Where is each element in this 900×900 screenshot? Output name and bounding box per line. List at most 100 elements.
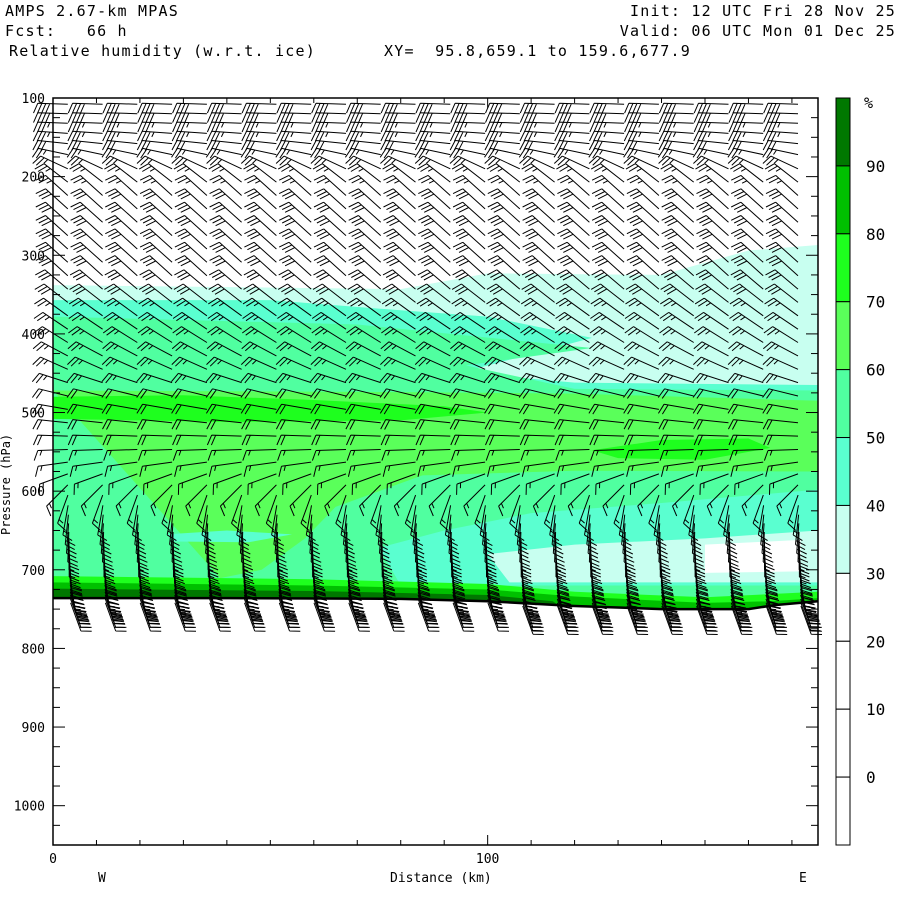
wind-barb: [102, 112, 138, 124]
wind-barb: [657, 147, 694, 159]
wind-barb: [693, 102, 729, 114]
colorbar-label: 80: [866, 225, 885, 244]
cross-section-chart: 10020030040050060070080090010000 100 9080…: [0, 92, 885, 886]
wind-barb: [588, 147, 625, 159]
wind-barb: [658, 112, 694, 124]
y-tick-label: 200: [22, 171, 45, 186]
wind-barb: [205, 147, 242, 159]
wind-barb: [137, 112, 173, 124]
wind-barb: [449, 147, 486, 159]
colorbar-bin-30: [835, 504, 851, 574]
wind-barb: [589, 112, 625, 124]
colorbar-bin-10: [835, 640, 851, 710]
colorbar-label: 20: [866, 632, 885, 651]
wind-barb: [519, 130, 555, 142]
wind-barb: [415, 112, 451, 124]
wind-barb: [276, 130, 312, 142]
wind-barb: [102, 102, 138, 114]
colorbar-label: 40: [866, 496, 885, 515]
wind-barb: [519, 112, 555, 124]
wind-barb: [171, 130, 207, 142]
wind-barb: [346, 102, 381, 114]
wind-barb: [415, 130, 451, 142]
wind-barb: [554, 102, 590, 114]
wind-barb: [450, 121, 486, 133]
y-axis-label: Pressure (hPa): [0, 434, 13, 535]
wind-barb: [137, 102, 173, 114]
wind-barb: [589, 121, 625, 133]
wind-barb: [310, 130, 347, 142]
wind-barb: [554, 130, 590, 142]
wind-barb: [728, 121, 764, 133]
wind-barb: [206, 130, 242, 142]
colorbar-label: 50: [866, 429, 885, 448]
x-axis-label: Distance (km): [390, 871, 492, 886]
wind-barb: [623, 130, 659, 142]
wind-barb: [172, 102, 207, 114]
colorbar-label: 30: [866, 564, 885, 583]
east-label: E: [799, 871, 807, 886]
wind-barb: [624, 112, 659, 124]
colorbar-bin-90: [835, 97, 851, 167]
wind-barb: [763, 102, 799, 114]
wind-barb: [727, 147, 764, 159]
wind-barb: [310, 147, 347, 159]
wind-barb: [763, 121, 799, 133]
wind-barb: [67, 112, 103, 124]
colorbar-bin-20: [835, 572, 851, 642]
wind-barb: [379, 147, 416, 159]
wind-barb: [450, 102, 486, 114]
wind-barb: [311, 121, 347, 133]
wind-barb: [172, 121, 207, 133]
wind-barb: [658, 130, 694, 142]
wind-barb: [275, 147, 312, 159]
wind-barb: [693, 112, 729, 124]
y-tick-label: 600: [22, 485, 45, 500]
wind-barb: [346, 112, 381, 124]
colorbar-bin-0: [835, 708, 851, 778]
wind-barb: [693, 121, 729, 133]
wind-barb: [763, 112, 799, 124]
wind-barb: [519, 121, 555, 133]
wind-barb: [693, 130, 729, 142]
wind-barb: [380, 121, 416, 133]
wind-barb: [67, 102, 103, 114]
wind-barb: [311, 102, 347, 114]
wind-barb: [485, 121, 520, 133]
y-tick-label: 400: [22, 328, 45, 343]
colorbar-bin--10: [835, 776, 851, 846]
colorbar-bin-70: [835, 233, 851, 303]
wind-barb: [66, 147, 103, 159]
wind-barb: [102, 130, 138, 142]
rh-region-25: [704, 539, 801, 573]
wind-barb: [33, 121, 68, 133]
wind-barb: [553, 147, 590, 159]
colorbar-bin-50: [835, 369, 851, 439]
wind-barb: [31, 147, 68, 159]
wind-barb: [484, 130, 520, 142]
wind-barb: [380, 102, 416, 114]
wind-barb: [519, 102, 555, 114]
y-tick-label: 700: [22, 564, 45, 579]
wind-barb: [172, 112, 207, 124]
wind-barb: [276, 102, 312, 114]
colorbar: 90 80 70 60 50 40 30 20 10 0%: [835, 94, 885, 846]
y-tick-label: 500: [22, 407, 45, 422]
below-ground-mask: [53, 598, 818, 845]
wind-barb: [518, 147, 555, 159]
colorbar-bin-80: [835, 165, 851, 235]
y-tick-label: 100: [22, 92, 45, 107]
wind-barb: [67, 130, 103, 142]
wind-barb: [206, 112, 242, 124]
wind-barb: [589, 130, 625, 142]
wind-barb: [136, 147, 173, 159]
colorbar-label: 60: [866, 361, 885, 380]
wind-barb: [728, 130, 764, 142]
wind-barb: [240, 147, 277, 159]
wind-barb: [449, 130, 486, 142]
wind-barb: [485, 102, 520, 114]
wind-barb: [32, 130, 68, 142]
wind-barb: [276, 121, 312, 133]
wind-barb: [485, 112, 520, 124]
wind-barb: [33, 112, 68, 124]
